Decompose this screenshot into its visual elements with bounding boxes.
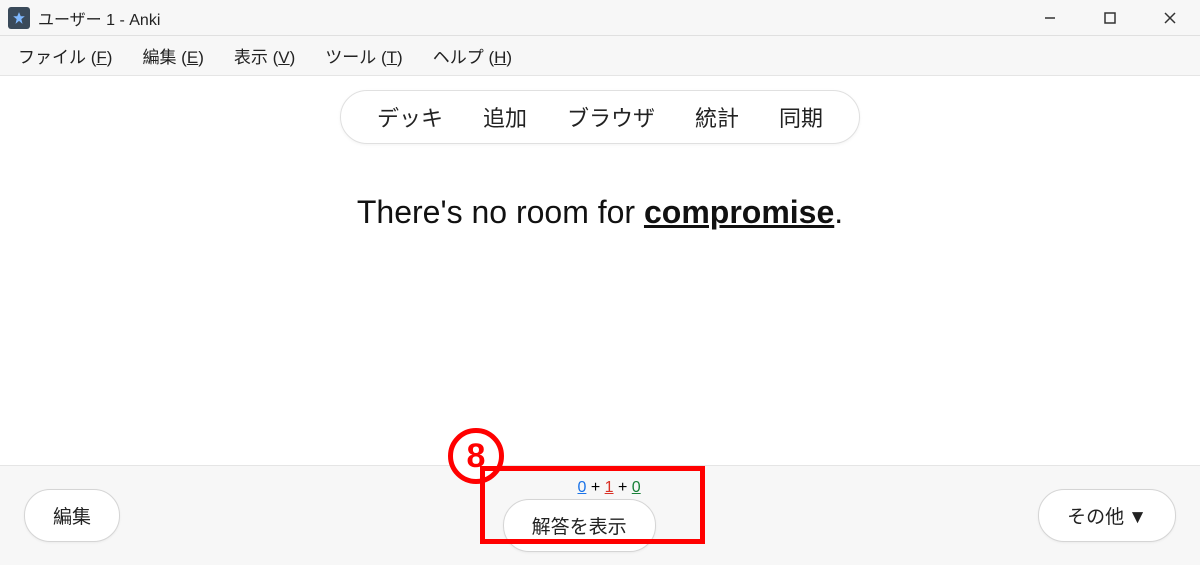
more-button[interactable]: その他▼ <box>1038 489 1176 542</box>
window-controls <box>1020 0 1200 36</box>
card-area: There's no room for compromise. <box>0 194 1200 231</box>
menu-help[interactable]: ヘルプ (H) <box>425 39 520 72</box>
count-sep1: + <box>586 479 604 496</box>
toolbar-browse[interactable]: ブラウザ <box>567 101 655 133</box>
window-title: ユーザー 1 - Anki <box>38 6 160 30</box>
bottom-bar: 編集 0 + 1 + 0 解答を表示 その他▼ <box>0 465 1200 565</box>
card-counts: 0 + 1 + 0 <box>577 479 640 497</box>
minimize-button[interactable] <box>1020 0 1080 36</box>
toolbar-stats[interactable]: 統計 <box>695 101 739 133</box>
count-learn: 1 <box>605 479 614 496</box>
center-group: 0 + 1 + 0 解答を表示 <box>503 479 656 552</box>
card-front-text: There's no room for compromise. <box>0 194 1200 231</box>
menu-file-label: ファイル <box>18 48 86 67</box>
main-toolbar: デッキ 追加 ブラウザ 統計 同期 <box>340 90 860 144</box>
menu-file[interactable]: ファイル (F) <box>10 39 120 72</box>
titlebar-left: ユーザー 1 - Anki <box>8 6 160 30</box>
more-button-label: その他 <box>1067 507 1124 528</box>
close-button[interactable] <box>1140 0 1200 36</box>
toolbar-decks[interactable]: デッキ <box>377 101 443 133</box>
menu-edit-mnemonic: E <box>187 48 198 67</box>
toolbar-add[interactable]: 追加 <box>483 101 527 133</box>
card-underlined-word: compromise <box>644 194 834 230</box>
anki-app-icon <box>8 7 30 29</box>
toolbar-sync[interactable]: 同期 <box>779 101 823 133</box>
menu-file-mnemonic: F <box>96 48 106 67</box>
menu-tools[interactable]: ツール (T) <box>317 39 410 72</box>
menu-view[interactable]: 表示 (V) <box>226 39 303 72</box>
menu-help-mnemonic: H <box>494 48 506 67</box>
menu-view-mnemonic: V <box>278 48 289 67</box>
menubar: ファイル (F) 編集 (E) 表示 (V) ツール (T) ヘルプ (H) <box>0 36 1200 76</box>
menu-help-label: ヘルプ <box>433 48 484 67</box>
count-review: 0 <box>632 479 641 496</box>
menu-edit-label: 編集 <box>142 48 176 67</box>
toolbar-row: デッキ 追加 ブラウザ 統計 同期 <box>0 90 1200 144</box>
menu-view-label: 表示 <box>234 48 268 67</box>
show-answer-button[interactable]: 解答を表示 <box>503 499 656 552</box>
maximize-button[interactable] <box>1080 0 1140 36</box>
count-sep2: + <box>614 479 632 496</box>
chevron-down-icon: ▼ <box>1128 507 1147 528</box>
menu-tools-label: ツール <box>325 48 376 67</box>
menu-edit[interactable]: 編集 (E) <box>134 39 211 72</box>
edit-button[interactable]: 編集 <box>24 489 120 542</box>
menu-tools-mnemonic: T <box>387 48 397 67</box>
card-suffix: . <box>834 194 843 230</box>
card-prefix: There's no room for <box>357 194 644 230</box>
window-titlebar: ユーザー 1 - Anki <box>0 0 1200 36</box>
